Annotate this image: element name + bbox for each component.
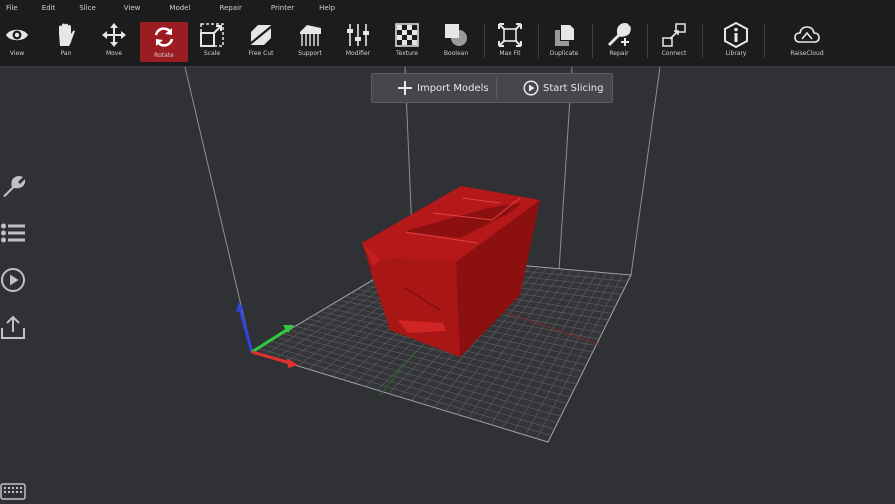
side-tool-preview[interactable] — [0, 267, 28, 295]
tool-label: Connect — [661, 50, 687, 57]
support-icon — [300, 25, 321, 46]
tool-label: Support — [298, 50, 322, 57]
tool-max-fit[interactable]: Max Fit — [486, 20, 534, 62]
export-icon — [1, 315, 25, 339]
menu-model[interactable]: Model — [163, 4, 190, 12]
menu-repair[interactable]: Repair — [213, 4, 241, 12]
side-tool-export[interactable] — [0, 314, 28, 342]
toolbar-separator — [592, 24, 593, 58]
wrench-icon — [3, 176, 26, 197]
menu-help[interactable]: Help — [313, 4, 335, 12]
tool-label: Modifier — [345, 50, 371, 57]
menu-edit[interactable]: Edit — [36, 4, 56, 12]
duplicate-icon — [555, 25, 574, 46]
tool-label: Scale — [203, 50, 221, 57]
tool-scale[interactable]: Scale — [188, 20, 236, 62]
free-cut-icon — [249, 25, 273, 45]
menu-slice[interactable]: Slice — [73, 4, 96, 12]
tool-pan[interactable]: Pan — [42, 20, 90, 62]
keyboard-icon — [0, 483, 26, 500]
toolbar-separator — [764, 24, 765, 58]
tool-label: Boolean — [443, 50, 469, 57]
toolbar-separator — [702, 24, 703, 58]
menu-printer[interactable]: Printer — [265, 4, 294, 12]
tool-boolean[interactable]: Boolean — [432, 20, 480, 62]
tool-label: Free Cut — [248, 50, 274, 57]
3d-viewport[interactable] — [0, 67, 895, 500]
tool-free-cut[interactable]: Free Cut — [237, 20, 285, 62]
tool-label: RaiseCloud — [790, 50, 824, 57]
menu-bar: File Edit Slice View Model Repair Printe… — [0, 0, 895, 16]
texture-checker-icon — [395, 23, 419, 47]
tool-label: Pan — [60, 50, 72, 57]
tool-label: Repair — [609, 50, 629, 57]
import-models-label: Import Models — [417, 82, 489, 94]
library-info-icon — [724, 22, 748, 48]
start-slicing-button[interactable]: Start Slicing — [523, 74, 603, 102]
list-icon — [1, 223, 25, 243]
tool-connect[interactable]: Connect — [650, 20, 698, 62]
scale-icon — [200, 23, 224, 47]
menu-file[interactable]: File — [0, 4, 18, 12]
boolean-icon — [445, 24, 467, 46]
tool-label: Rotate — [154, 52, 174, 59]
repair-wrench-icon — [607, 23, 631, 47]
menu-view[interactable]: View — [118, 4, 141, 12]
toolbar-separator — [647, 24, 648, 58]
tool-support[interactable]: Support — [286, 20, 334, 62]
action-divider — [496, 78, 497, 98]
tool-library[interactable]: Library — [712, 20, 760, 62]
toolbar-separator — [484, 24, 485, 58]
rotate-icon — [154, 27, 174, 47]
plus-icon — [398, 81, 412, 95]
tool-label: Texture — [396, 50, 418, 57]
connect-icon — [662, 23, 686, 47]
raisecloud-icon — [794, 26, 820, 43]
tool-view[interactable]: View — [0, 20, 41, 62]
play-circle-icon — [523, 80, 539, 96]
tool-label: Library — [725, 50, 747, 57]
move-arrows-icon — [102, 23, 126, 47]
tool-label: View — [9, 50, 25, 57]
tool-label: Move — [105, 50, 123, 57]
tool-texture[interactable]: Texture — [383, 20, 431, 62]
tool-move[interactable]: Move — [90, 20, 138, 62]
tool-rotate[interactable]: Rotate — [140, 22, 188, 62]
modifier-sliders-icon — [347, 24, 369, 46]
tool-duplicate[interactable]: Duplicate — [540, 20, 588, 62]
hand-icon — [59, 23, 75, 46]
max-fit-icon — [498, 23, 522, 47]
side-tool-settings[interactable] — [0, 173, 28, 201]
tool-label: Max Fit — [499, 50, 521, 57]
tool-raisecloud[interactable]: RaiseCloud — [783, 20, 831, 62]
tool-label: Duplicate — [549, 50, 579, 57]
tool-modifier[interactable]: Modifier — [334, 20, 382, 62]
toolbar-separator — [538, 24, 539, 58]
toolbar: View Pan Move Rotate Scale Free Cut Supp… — [0, 16, 895, 67]
side-tool-keyboard[interactable] — [0, 482, 28, 500]
action-bar: Import Models Start Slicing — [371, 73, 613, 103]
play-circle-icon — [1, 268, 25, 292]
side-tool-list[interactable] — [0, 220, 28, 248]
start-slicing-label: Start Slicing — [543, 82, 604, 94]
tool-repair[interactable]: Repair — [595, 20, 643, 62]
import-models-button[interactable]: Import Models — [397, 74, 489, 102]
eye-icon — [6, 29, 28, 41]
